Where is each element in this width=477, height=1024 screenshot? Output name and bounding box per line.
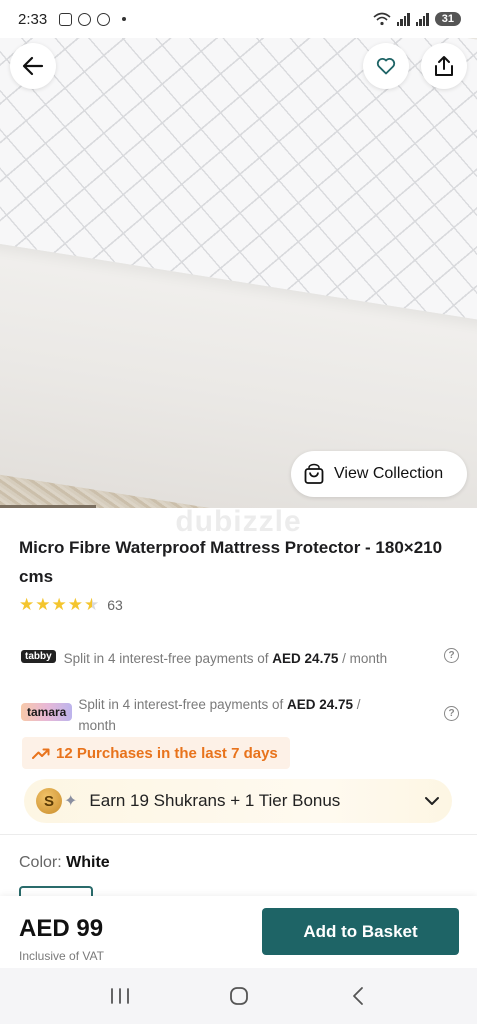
product-title: Micro Fibre Waterproof Mattress Protecto… (19, 538, 443, 586)
color-selector: Color: White (19, 854, 110, 872)
recent-apps-button[interactable] (100, 976, 140, 1016)
tamara-text: Split in 4 interest-free payments of AED… (78, 697, 361, 733)
vat-note: Inclusive of VAT (19, 949, 104, 963)
help-icon[interactable]: ? (444, 706, 459, 721)
price: AED 99 (19, 915, 104, 942)
system-back-button[interactable] (338, 976, 378, 1016)
help-icon[interactable]: ? (444, 648, 459, 663)
shukran-label: Earn 19 Shukrans + 1 Tier Bonus (89, 791, 341, 810)
tabby-text: Split in 4 interest-free payments of AED… (63, 651, 388, 666)
arrow-left-icon (22, 56, 44, 76)
heart-icon (376, 58, 396, 75)
system-icons: 31 (373, 12, 461, 26)
status-time: 2:33 (18, 10, 48, 28)
star-icon: ★ (67, 595, 83, 614)
star-icon: ★ (19, 595, 35, 614)
dubizzle-watermark: dubizzle (175, 505, 302, 538)
back-button[interactable] (10, 43, 56, 89)
messenger-icon (78, 12, 92, 26)
add-to-basket-button[interactable]: Add to Basket (262, 908, 459, 955)
bottom-action-bar: AED 99 Inclusive of VAT Add to Basket (0, 896, 477, 968)
tabby-logo: tabby (21, 650, 56, 663)
signal-icon-2 (415, 12, 429, 26)
rating-count: 63 (107, 596, 123, 613)
tabby-installment[interactable]: tabby Split in 4 interest-free payments … (21, 648, 459, 669)
status-bar: 2:33 31 (0, 0, 477, 38)
chevron-left-icon (352, 987, 363, 1005)
home-icon (229, 987, 248, 1005)
color-value: White (66, 854, 110, 871)
shukran-coin-icon: S (36, 788, 62, 814)
wishlist-button[interactable] (363, 43, 409, 89)
shukran-rewards[interactable]: S ✦ Earn 19 Shukrans + 1 Tier Bonus (24, 779, 452, 823)
color-label: Color: (19, 854, 62, 871)
star-icon: ★ (51, 595, 67, 614)
sparkle-icon: ✦ (64, 793, 78, 810)
system-navigation-bar (0, 968, 477, 1024)
share-icon (435, 56, 453, 76)
screenshot-icon (59, 12, 73, 26)
shopping-bag-icon (304, 463, 324, 484)
half-star-icon: ★ (84, 595, 100, 614)
tabby-amount: AED 24.75 (272, 651, 339, 666)
share-button[interactable] (421, 43, 467, 89)
whatsapp-icon (97, 12, 111, 26)
purchases-label: 12 Purchases in the last 7 days (56, 744, 278, 762)
divider (0, 834, 477, 835)
notification-icons (59, 12, 127, 26)
view-collection-button[interactable]: View Collection (291, 451, 467, 497)
trending-up-icon (32, 748, 50, 759)
product-image[interactable] (0, 32, 477, 508)
tamara-amount: AED 24.75 (286, 697, 354, 712)
signal-icon (396, 12, 410, 26)
purchases-badge: 12 Purchases in the last 7 days (22, 737, 290, 769)
wifi-icon (373, 12, 391, 26)
more-notifications-icon (122, 17, 127, 21)
chevron-down-icon (425, 797, 439, 805)
tamara-logo: tamara (21, 703, 73, 721)
product-rating[interactable]: ★ ★ ★ ★ ★ 63 (19, 596, 123, 613)
battery-icon: 31 (434, 12, 461, 26)
home-button[interactable] (219, 976, 259, 1016)
star-icon: ★ (35, 595, 51, 614)
tamara-installment[interactable]: tamara Split in 4 interest-free payments… (21, 694, 459, 736)
recent-apps-icon (110, 988, 129, 1004)
view-collection-label: View Collection (334, 465, 444, 482)
